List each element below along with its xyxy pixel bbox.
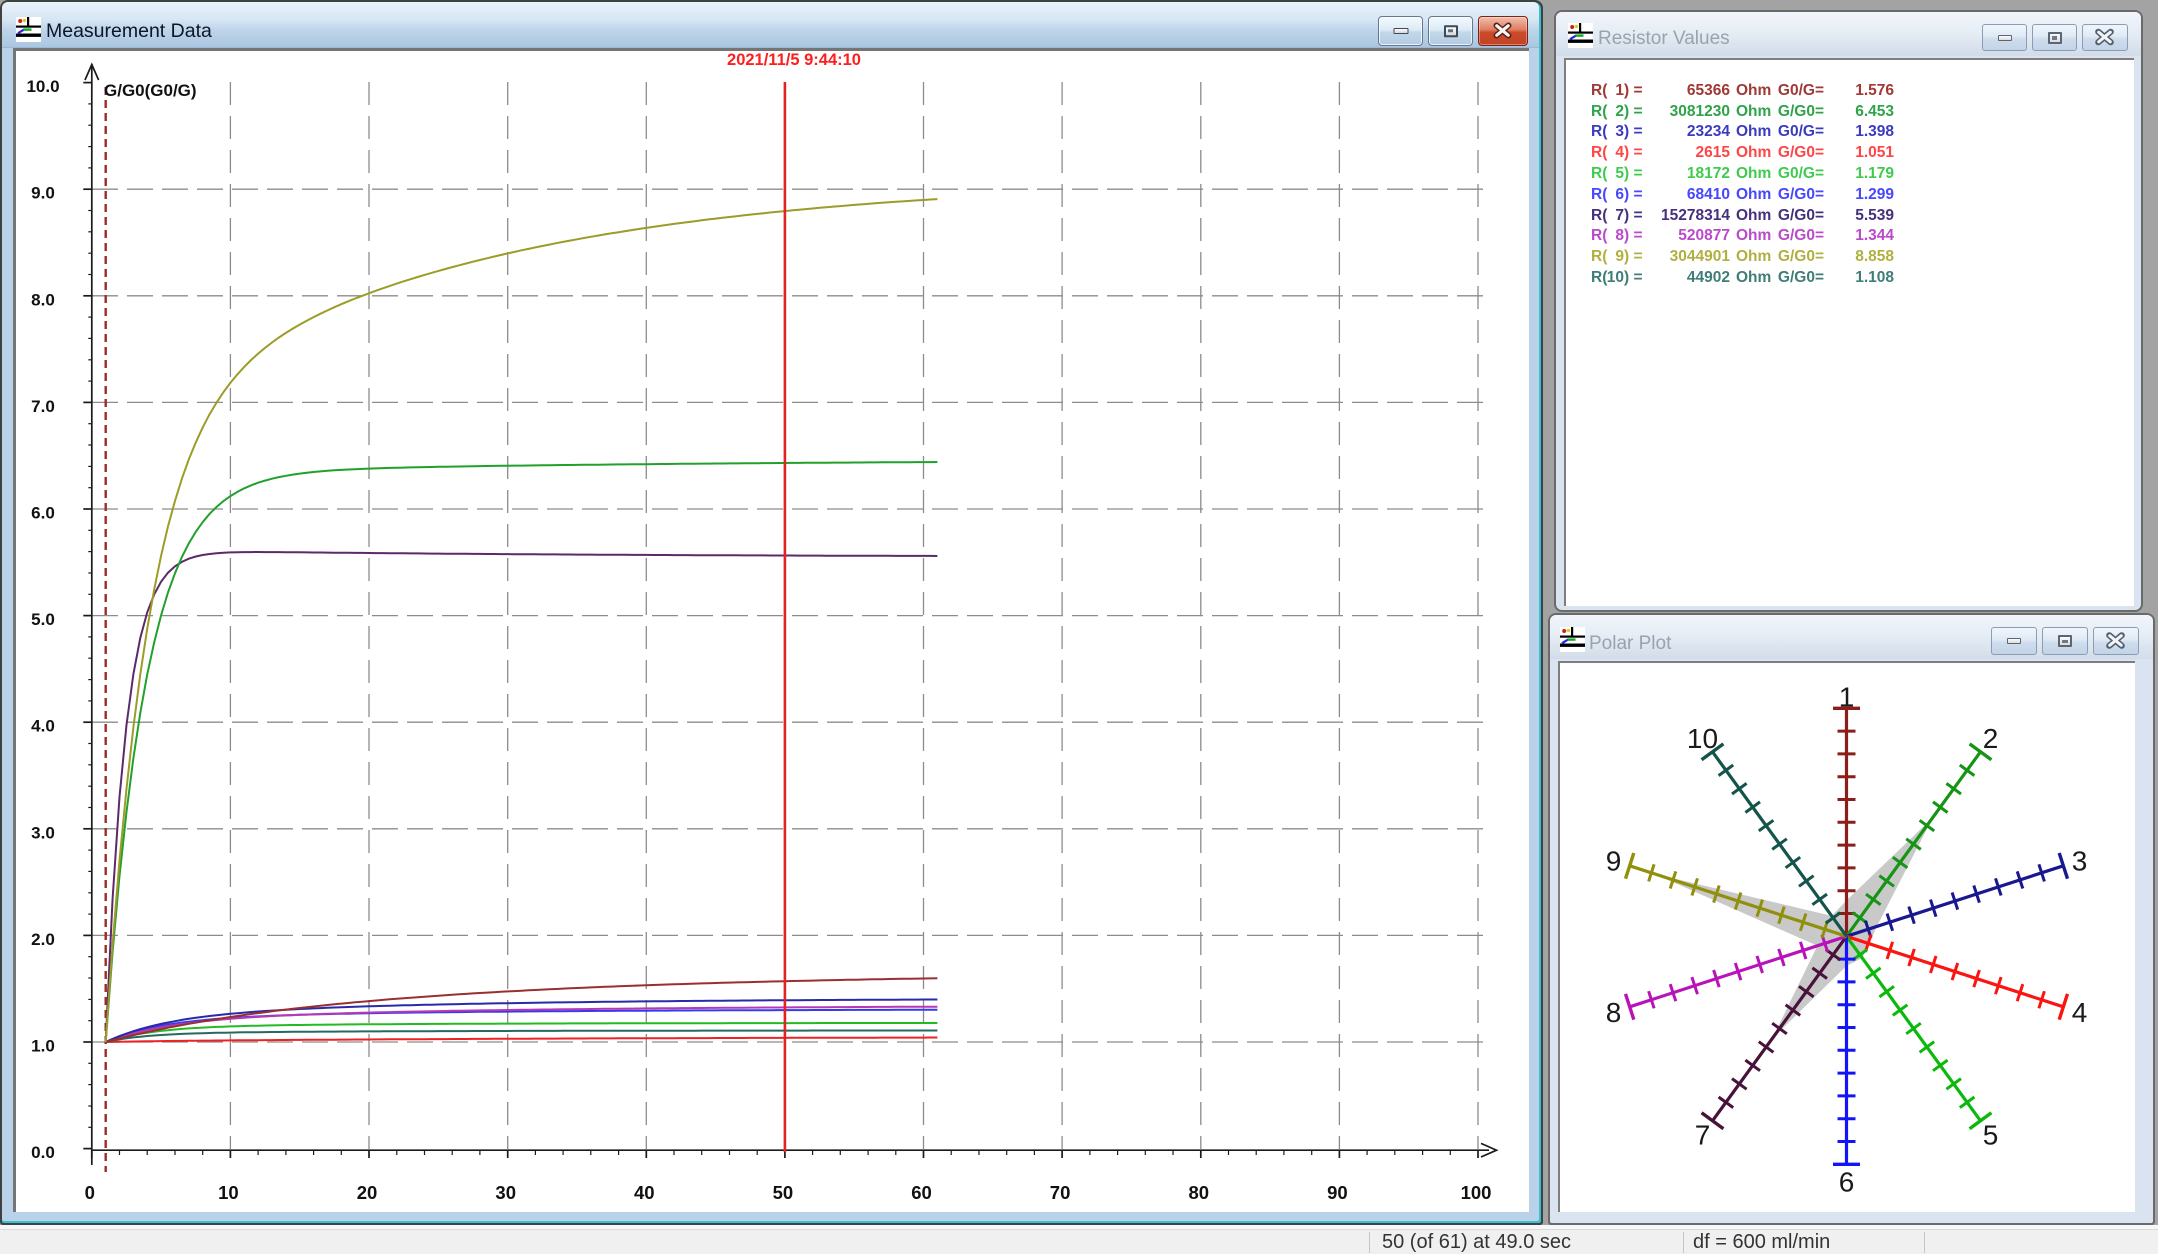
svg-text:1: 1: [1839, 681, 1855, 712]
svg-text:80: 80: [1189, 1182, 1210, 1203]
svg-text:90: 90: [1327, 1182, 1348, 1203]
svg-text:0: 0: [85, 1182, 95, 1203]
svg-text:2: 2: [1983, 723, 1999, 754]
svg-text:10: 10: [1687, 723, 1718, 754]
svg-text:5: 5: [1983, 1120, 1999, 1151]
svg-text:0.0: 0.0: [31, 1143, 55, 1162]
svg-text:6: 6: [1839, 1166, 1855, 1197]
svg-text:20: 20: [357, 1182, 378, 1203]
svg-text:7: 7: [1695, 1120, 1711, 1151]
svg-text:60: 60: [911, 1182, 932, 1203]
svg-text:10: 10: [218, 1182, 239, 1203]
svg-text:50: 50: [773, 1182, 794, 1203]
svg-text:30: 30: [495, 1182, 516, 1203]
svg-text:9: 9: [1606, 846, 1622, 877]
svg-text:8: 8: [1606, 997, 1622, 1028]
svg-text:3: 3: [2072, 846, 2088, 877]
svg-text:40: 40: [634, 1182, 655, 1203]
svg-text:4.0: 4.0: [31, 717, 55, 736]
svg-text:70: 70: [1050, 1182, 1071, 1203]
svg-text:4: 4: [2072, 997, 2088, 1028]
svg-text:3.0: 3.0: [31, 823, 55, 842]
svg-text:2.0: 2.0: [31, 930, 55, 949]
svg-text:1.0: 1.0: [31, 1037, 55, 1056]
svg-text:100: 100: [1461, 1182, 1492, 1203]
